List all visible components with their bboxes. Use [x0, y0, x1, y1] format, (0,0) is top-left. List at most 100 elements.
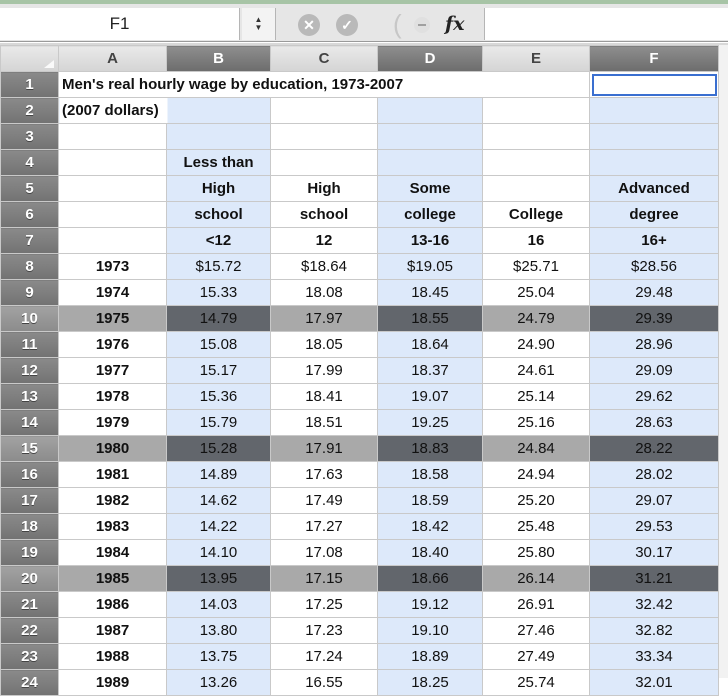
header-cell[interactable] [58, 227, 167, 254]
row-header[interactable]: 4 [0, 149, 59, 176]
year-cell[interactable]: 1973 [58, 253, 167, 280]
wage-cell[interactable]: 17.27 [270, 513, 378, 540]
name-box-dropdown[interactable]: ▲ ▼ [242, 8, 276, 40]
wage-cell[interactable]: 18.37 [377, 357, 483, 384]
year-cell[interactable]: 1984 [58, 539, 167, 566]
header-cell[interactable] [482, 175, 590, 202]
header-cell[interactable]: College [482, 201, 590, 228]
wage-cell[interactable]: 17.08 [270, 539, 378, 566]
wage-cell[interactable]: 18.40 [377, 539, 483, 566]
year-cell[interactable]: 1981 [58, 461, 167, 488]
cell[interactable] [270, 97, 378, 124]
column-header-b[interactable]: B [166, 45, 271, 72]
row-header[interactable]: 7 [0, 227, 59, 254]
wage-cell[interactable]: 19.12 [377, 591, 483, 618]
wage-cell[interactable]: 15.28 [166, 435, 271, 462]
wage-cell[interactable]: 13.80 [166, 617, 271, 644]
wage-cell[interactable]: 29.07 [589, 487, 719, 514]
wage-cell[interactable]: $28.56 [589, 253, 719, 280]
row-header[interactable]: 21 [0, 591, 59, 618]
fx-icon[interactable]: fx [445, 9, 465, 39]
row-header[interactable]: 6 [0, 201, 59, 228]
wage-cell[interactable]: $25.71 [482, 253, 590, 280]
row-header[interactable]: 15 [0, 435, 59, 462]
column-header-a[interactable]: A [58, 45, 167, 72]
row-header[interactable]: 22 [0, 617, 59, 644]
header-cell[interactable]: degree [589, 201, 719, 228]
wage-cell[interactable]: 24.61 [482, 357, 590, 384]
header-cell[interactable]: High [270, 175, 378, 202]
header-cell[interactable]: <12 [166, 227, 271, 254]
row-header[interactable]: 2 [0, 97, 59, 124]
wage-cell[interactable]: $18.64 [270, 253, 378, 280]
wage-cell[interactable]: 24.90 [482, 331, 590, 358]
cell[interactable] [166, 123, 271, 150]
row-header[interactable]: 5 [0, 175, 59, 202]
header-cell[interactable] [377, 149, 483, 176]
year-cell[interactable]: 1978 [58, 383, 167, 410]
year-cell[interactable]: 1986 [58, 591, 167, 618]
wage-cell[interactable]: 18.89 [377, 643, 483, 670]
wage-cell[interactable]: 15.36 [166, 383, 271, 410]
row-header[interactable]: 18 [0, 513, 59, 540]
row-header[interactable]: 9 [0, 279, 59, 306]
year-cell[interactable]: 1985 [58, 565, 167, 592]
wage-cell[interactable]: 18.42 [377, 513, 483, 540]
column-header-c[interactable]: C [270, 45, 378, 72]
wage-cell[interactable]: 26.91 [482, 591, 590, 618]
wage-cell[interactable]: 19.10 [377, 617, 483, 644]
row-header[interactable]: 8 [0, 253, 59, 280]
row-header[interactable]: 19 [0, 539, 59, 566]
row-header[interactable]: 12 [0, 357, 59, 384]
wage-cell[interactable]: 17.23 [270, 617, 378, 644]
wage-cell[interactable]: 14.22 [166, 513, 271, 540]
wage-cell[interactable]: 24.79 [482, 305, 590, 332]
wage-cell[interactable]: 16.55 [270, 669, 378, 696]
wage-cell[interactable]: 27.49 [482, 643, 590, 670]
wage-cell[interactable]: 18.45 [377, 279, 483, 306]
wage-cell[interactable]: 29.62 [589, 383, 719, 410]
cell[interactable] [589, 123, 719, 150]
cell[interactable] [482, 123, 590, 150]
wage-cell[interactable]: 32.82 [589, 617, 719, 644]
header-cell[interactable]: Less than [166, 149, 271, 176]
wage-cell[interactable]: 25.20 [482, 487, 590, 514]
wage-cell[interactable]: 31.21 [589, 565, 719, 592]
wage-cell[interactable]: 27.46 [482, 617, 590, 644]
wage-cell[interactable]: 25.74 [482, 669, 590, 696]
wage-cell[interactable]: 14.79 [166, 305, 271, 332]
header-cell[interactable]: 16+ [589, 227, 719, 254]
wage-cell[interactable]: 18.58 [377, 461, 483, 488]
confirm-check-icon[interactable]: ✓ [336, 14, 358, 36]
header-cell[interactable] [58, 201, 167, 228]
row-header[interactable]: 14 [0, 409, 59, 436]
row-header[interactable]: 17 [0, 487, 59, 514]
wage-cell[interactable]: 24.94 [482, 461, 590, 488]
cell[interactable] [482, 97, 590, 124]
cell[interactable] [58, 123, 167, 150]
wage-cell[interactable]: 15.17 [166, 357, 271, 384]
wage-cell[interactable]: 18.41 [270, 383, 378, 410]
wage-cell[interactable]: 28.22 [589, 435, 719, 462]
wage-cell[interactable]: 32.42 [589, 591, 719, 618]
name-box[interactable]: F1 [0, 8, 240, 40]
row-header[interactable]: 20 [0, 565, 59, 592]
formula-input[interactable] [484, 8, 728, 40]
row-header[interactable]: 16 [0, 461, 59, 488]
year-cell[interactable]: 1982 [58, 487, 167, 514]
header-cell[interactable] [58, 149, 167, 176]
wage-cell[interactable]: 29.09 [589, 357, 719, 384]
wage-cell[interactable]: 15.79 [166, 409, 271, 436]
year-cell[interactable]: 1976 [58, 331, 167, 358]
formula-builder-button[interactable] [414, 17, 430, 33]
row-header[interactable]: 13 [0, 383, 59, 410]
year-cell[interactable]: 1979 [58, 409, 167, 436]
wage-cell[interactable]: 17.49 [270, 487, 378, 514]
year-cell[interactable]: 1977 [58, 357, 167, 384]
wage-cell[interactable]: $19.05 [377, 253, 483, 280]
wage-cell[interactable]: 17.15 [270, 565, 378, 592]
wage-cell[interactable]: 33.34 [589, 643, 719, 670]
header-cell[interactable] [58, 175, 167, 202]
header-cell[interactable] [589, 149, 719, 176]
wage-cell[interactable]: 14.03 [166, 591, 271, 618]
